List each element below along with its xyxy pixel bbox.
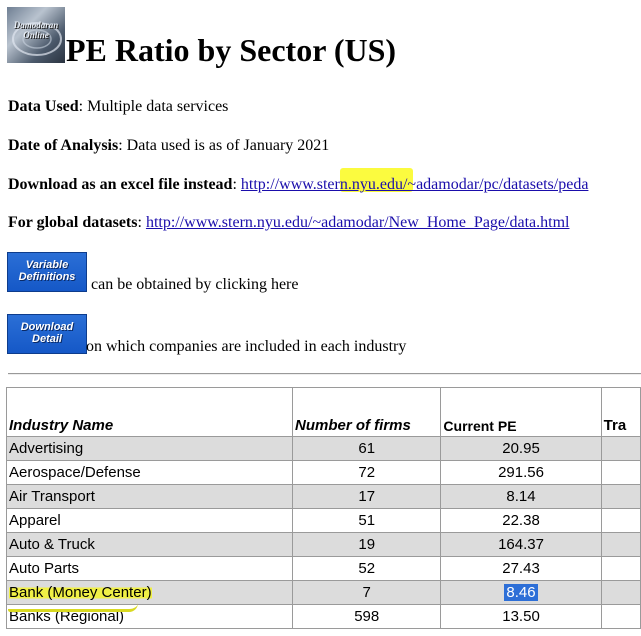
- table-row: Bank (Money Center) 7 8.46: [6, 580, 641, 605]
- pe-cell: 27.43: [440, 556, 602, 581]
- download-excel-link[interactable]: http://www.stern.nyu.edu/~adamodar/pc/da…: [241, 176, 589, 193]
- trailing-cell: [600, 580, 641, 605]
- divider: [8, 373, 641, 375]
- download-detail-button[interactable]: Download Detail: [7, 314, 87, 354]
- industry-cell: Air Transport: [6, 484, 293, 509]
- download-excel-label: Download as an excel file instead: [8, 176, 233, 193]
- variable-definitions-button[interactable]: Variable Definitions: [7, 252, 87, 292]
- table-header-row: Industry Name Number of firms Current PE…: [6, 387, 641, 437]
- table-row: Auto & Truck 19 164.37: [6, 532, 641, 557]
- table-row: Advertising 61 20.95: [6, 436, 641, 461]
- trailing-cell: [600, 532, 641, 557]
- header-current-pe[interactable]: Current PE: [440, 387, 602, 437]
- firms-cell: 17: [291, 484, 442, 509]
- data-used-line: Data Used: Multiple data services: [8, 97, 228, 117]
- trailing-cell: [600, 604, 641, 629]
- industry-cell: Auto & Truck: [6, 532, 293, 557]
- variable-definitions-label: Variable Definitions: [18, 259, 76, 283]
- industry-cell: Bank (Money Center): [6, 580, 293, 605]
- pe-cell: 8.14: [440, 484, 602, 509]
- firms-cell: 61: [291, 436, 442, 461]
- site-logo[interactable]: Damodaran Online: [7, 7, 65, 63]
- firms-cell: 52: [291, 556, 442, 581]
- pe-cell: 164.37: [440, 532, 602, 557]
- logo-text: Damodaran Online: [13, 20, 59, 40]
- firms-cell: 51: [291, 508, 442, 533]
- data-used-value: : Multiple data services: [78, 98, 229, 115]
- pe-cell: 20.95: [440, 436, 602, 461]
- trailing-cell: [600, 508, 641, 533]
- selected-value[interactable]: 8.46: [504, 584, 538, 601]
- firms-cell: 72: [291, 460, 442, 485]
- download-sep: :: [232, 176, 241, 193]
- date-analysis-label: Date of Analysis: [8, 137, 119, 154]
- data-used-label: Data Used: [8, 98, 79, 115]
- global-datasets-label: For global datasets: [8, 214, 138, 231]
- pe-cell: 22.38: [440, 508, 602, 533]
- header-number-of-firms[interactable]: Number of firms: [291, 387, 442, 437]
- industry-cell: Aerospace/Defense: [6, 460, 293, 485]
- pe-ratio-table: Industry Name Number of firms Current PE…: [6, 387, 641, 629]
- table-row: Air Transport 17 8.14: [6, 484, 641, 509]
- download-excel-line: Download as an excel file instead: http:…: [8, 175, 588, 195]
- global-sep: :: [137, 214, 146, 231]
- table-row: Apparel 51 22.38: [6, 508, 641, 533]
- handwritten-underline: [8, 603, 138, 612]
- industry-cell: Advertising: [6, 436, 293, 461]
- date-analysis-value: : Data used is as of January 2021: [118, 137, 330, 154]
- industry-cell: Apparel: [6, 508, 293, 533]
- trailing-cell: [600, 460, 641, 485]
- trailing-cell: [600, 556, 641, 581]
- page-title: PE Ratio by Sector (US): [66, 32, 397, 68]
- pe-cell: 8.46: [440, 580, 602, 605]
- industry-highlighted: Bank (Money Center): [9, 584, 152, 601]
- download-detail-label: Download Detail: [20, 321, 74, 345]
- date-analysis-line: Date of Analysis: Data used is as of Jan…: [8, 136, 329, 156]
- pe-cell: 13.50: [440, 604, 602, 629]
- trailing-cell: [600, 436, 641, 461]
- global-datasets-link[interactable]: http://www.stern.nyu.edu/~adamodar/New_H…: [146, 214, 570, 231]
- pe-cell: 291.56: [440, 460, 602, 485]
- firms-cell: 7: [291, 580, 442, 605]
- variable-definitions-text: can be obtained by clicking here: [91, 276, 299, 293]
- trailing-cell: [600, 484, 641, 509]
- header-industry-name[interactable]: Industry Name: [6, 387, 293, 437]
- table-row: Auto Parts 52 27.43: [6, 556, 641, 581]
- industry-cell: Auto Parts: [6, 556, 293, 581]
- header-trailing-pe[interactable]: Tra: [600, 387, 641, 437]
- global-datasets-line: For global datasets: http://www.stern.ny…: [8, 213, 569, 233]
- firms-cell: 19: [291, 532, 442, 557]
- download-detail-text: on which companies are included in each …: [86, 338, 407, 355]
- firms-cell: 598: [291, 604, 442, 629]
- table-row: Aerospace/Defense 72 291.56: [6, 460, 641, 485]
